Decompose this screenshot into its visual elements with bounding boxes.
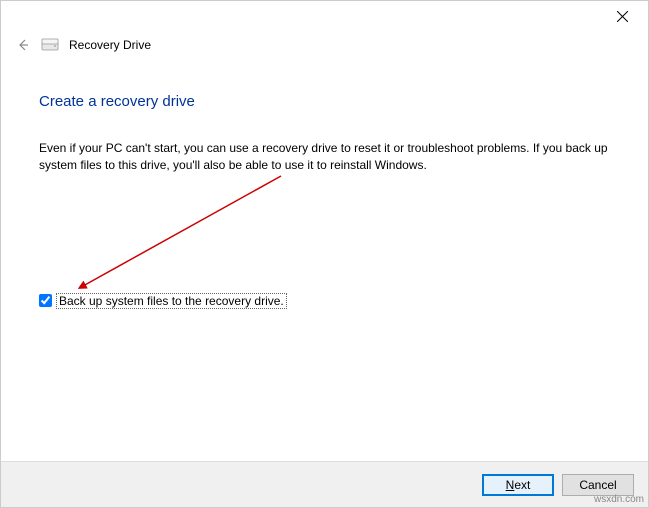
- backup-checkbox-label[interactable]: Back up system files to the recovery dri…: [56, 293, 287, 309]
- titlebar: [1, 1, 648, 31]
- content-area: Create a recovery drive Even if your PC …: [1, 59, 648, 319]
- next-button[interactable]: Next: [482, 474, 554, 496]
- close-icon: [617, 11, 628, 22]
- backup-checkbox-row: Back up system files to the recovery dri…: [39, 293, 610, 309]
- back-arrow-icon: [16, 38, 30, 52]
- back-button[interactable]: [15, 37, 31, 53]
- watermark: wsxdn.com: [594, 494, 644, 505]
- page-title: Create a recovery drive: [39, 93, 610, 110]
- cancel-button[interactable]: Cancel: [562, 474, 634, 496]
- button-bar: Next Cancel: [1, 461, 648, 507]
- header: Recovery Drive: [1, 31, 648, 59]
- close-button[interactable]: [602, 2, 642, 30]
- drive-icon: [41, 37, 59, 53]
- description-text: Even if your PC can't start, you can use…: [39, 140, 610, 175]
- window-title: Recovery Drive: [69, 38, 151, 52]
- backup-checkbox[interactable]: [39, 294, 52, 307]
